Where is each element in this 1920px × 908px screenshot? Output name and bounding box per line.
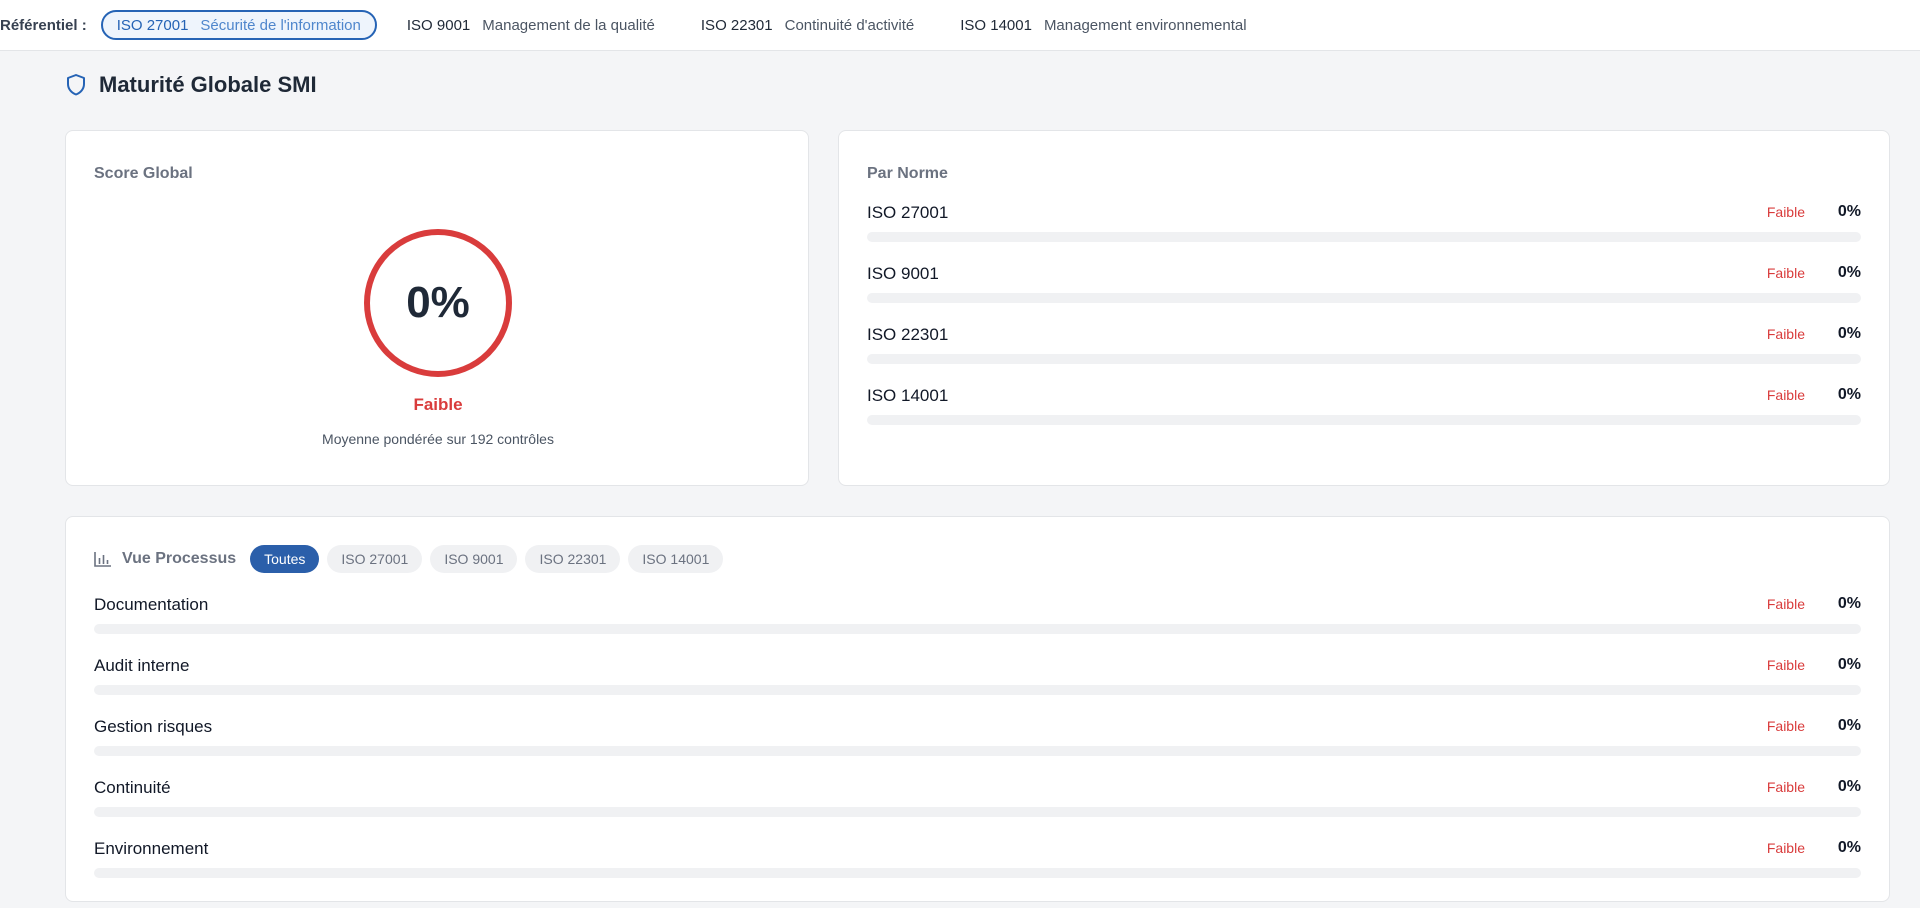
standard-desc: Continuité d'activité [784,16,915,34]
norm-label: ISO 22301 [867,325,949,344]
norm-list: ISO 27001 Faible 0% ISO 9001 Faible 0% I… [867,203,1861,447]
score-card-title: Score Global [94,165,193,182]
process-row-documentation: Documentation Faible 0% [94,595,1861,656]
process-row-continuite: Continuité Faible 0% [94,778,1861,839]
norm-label: ISO 27001 [867,203,949,222]
process-row-audit-interne: Audit interne Faible 0% [94,656,1861,717]
norm-level: Faible [1766,326,1805,342]
norm-row-iso14001: ISO 14001 Faible 0% [867,386,1861,447]
process-header: Vue Processus Toutes ISO 27001 ISO 9001 … [94,545,731,573]
standard-chip-iso22301[interactable]: ISO 22301 Continuité d'activité [685,10,930,40]
process-percent: 0% [1837,595,1861,612]
filter-iso22301[interactable]: ISO 22301 [525,545,621,573]
norm-percent: 0% [1837,386,1861,403]
par-norme-card: Par Norme ISO 27001 Faible 0% ISO 9001 F… [838,130,1890,486]
norm-percent: 0% [1837,203,1861,220]
shield-icon [67,74,85,96]
norm-level: Faible [1766,387,1805,403]
progress-track [867,232,1861,242]
norm-percent: 0% [1837,264,1861,281]
norm-label: ISO 14001 [867,386,949,405]
process-row-gestion-risques: Gestion risques Faible 0% [94,717,1861,778]
process-level: Faible [1766,840,1805,856]
norm-level: Faible [1766,265,1805,281]
standard-code: ISO 27001 [116,16,189,34]
process-label: Continuité [94,778,171,797]
process-level: Faible [1766,779,1805,795]
process-label: Documentation [94,595,209,614]
score-value: 0% [406,278,470,327]
filter-iso14001[interactable]: ISO 14001 [628,545,724,573]
score-subtitle: Moyenne pondérée sur 192 contrôles [322,431,554,447]
page-header: Maturité Globale SMI [65,72,317,98]
progress-track [94,624,1861,634]
process-level: Faible [1766,718,1805,734]
progress-track [94,746,1861,756]
progress-track [94,868,1861,878]
progress-track [867,415,1861,425]
progress-track [867,354,1861,364]
filter-toutes[interactable]: Toutes [250,545,320,573]
bar-chart-icon [94,552,111,567]
referentiel-bar: Référentiel : ISO 27001 Sécurité de l'in… [0,0,1920,51]
standard-code: ISO 22301 [700,16,773,34]
process-percent: 0% [1837,656,1861,673]
progress-track [867,293,1861,303]
process-title: Vue Processus [122,550,237,567]
process-list: Documentation Faible 0% Audit interne Fa… [94,595,1861,900]
standard-chip-iso14001[interactable]: ISO 14001 Management environnemental [944,10,1262,40]
standard-chip-iso9001[interactable]: ISO 9001 Management de la qualité [391,10,671,40]
process-level: Faible [1766,596,1805,612]
process-percent: 0% [1837,839,1861,856]
page-title: Maturité Globale SMI [99,72,317,97]
process-row-environnement: Environnement Faible 0% [94,839,1861,900]
standard-desc: Management environnemental [1043,16,1247,34]
norm-card-title: Par Norme [867,165,948,182]
norm-row-iso22301: ISO 22301 Faible 0% [867,325,1861,386]
vue-processus-card: Vue Processus Toutes ISO 27001 ISO 9001 … [65,516,1890,902]
score-level: Faible [413,395,463,414]
standard-code: ISO 9001 [406,16,471,34]
norm-row-iso27001: ISO 27001 Faible 0% [867,203,1861,264]
process-percent: 0% [1837,717,1861,734]
norm-level: Faible [1766,204,1805,220]
progress-track [94,807,1861,817]
referentiel-label: Référentiel : [0,16,87,34]
score-global-card: Score Global 0% Faible Moyenne pondérée … [65,130,809,486]
filter-iso9001[interactable]: ISO 9001 [430,545,518,573]
standard-desc: Management de la qualité [482,16,655,34]
norm-label: ISO 9001 [867,264,939,283]
standard-desc: Sécurité de l'information [200,16,361,34]
process-level: Faible [1766,657,1805,673]
process-label: Environnement [94,839,209,858]
standard-code: ISO 14001 [960,16,1032,34]
filter-iso27001[interactable]: ISO 27001 [327,545,423,573]
process-percent: 0% [1837,778,1861,795]
process-label: Gestion risques [94,717,213,736]
norm-row-iso9001: ISO 9001 Faible 0% [867,264,1861,325]
norm-percent: 0% [1837,325,1861,342]
progress-track [94,685,1861,695]
standard-chip-iso27001[interactable]: ISO 27001 Sécurité de l'information [100,10,377,40]
process-label: Audit interne [94,656,190,675]
